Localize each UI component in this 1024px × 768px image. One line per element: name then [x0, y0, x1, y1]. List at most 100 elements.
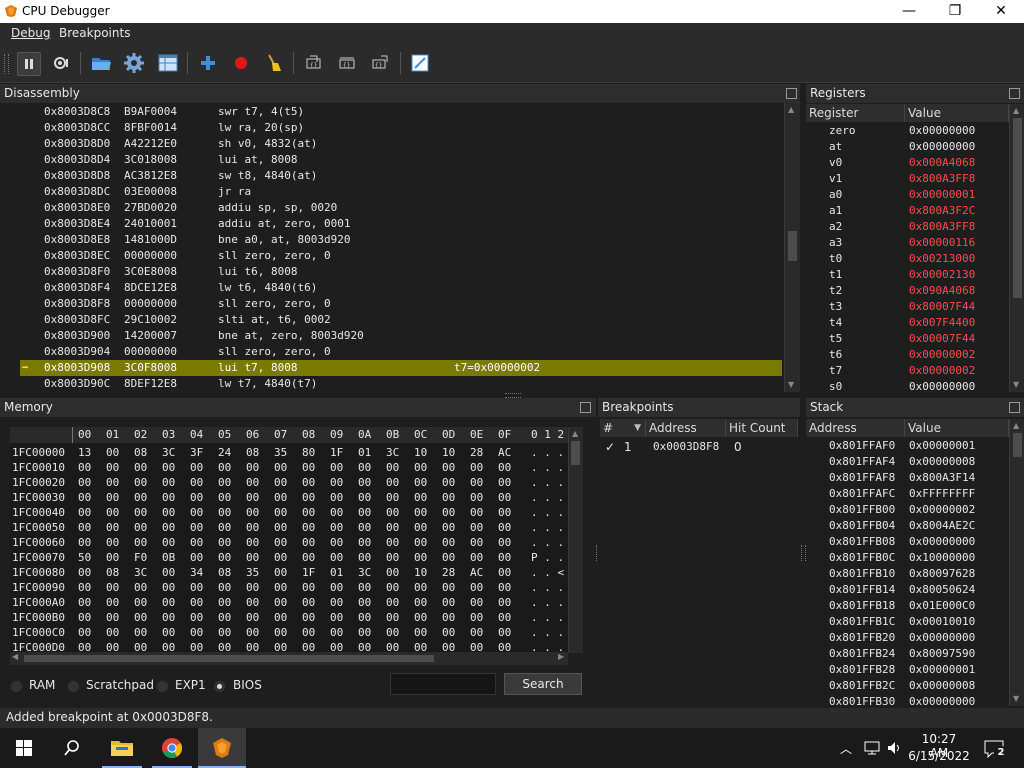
hex-byte[interactable]: 00 [386, 550, 399, 565]
hex-byte[interactable]: 00 [218, 595, 231, 610]
hex-byte[interactable]: 00 [218, 520, 231, 535]
stack-row[interactable]: 0x801FFB04 0x8004AE2C [806, 518, 1009, 534]
hex-byte[interactable]: 00 [162, 595, 175, 610]
breakpoint-row[interactable]: ✓ 1 0x0003D8F8 0 [600, 439, 798, 455]
hex-byte[interactable]: 00 [190, 520, 203, 535]
hex-byte[interactable]: 00 [470, 535, 483, 550]
hex-byte[interactable]: 00 [246, 520, 259, 535]
hex-byte[interactable]: 80 [302, 445, 315, 460]
disassembly-row[interactable]: 0x8003D8E4 24010001 addiu at, zero, 0001 [20, 216, 782, 232]
column-header-address[interactable]: Address [646, 419, 726, 437]
hex-byte[interactable]: 00 [330, 535, 343, 550]
hex-row[interactable]: 1FC00080 00 08 3C 00 34 08 35 00 1F 01 3C 00 10 28 AC 00… [12, 565, 568, 580]
step-into-button[interactable]: {} [303, 52, 325, 74]
memory-horizontal-scrollbar[interactable]: ◀ ▶ [10, 652, 568, 665]
hex-byte[interactable]: 00 [442, 535, 455, 550]
hex-byte[interactable]: 00 [274, 565, 287, 580]
hex-byte[interactable]: 00 [274, 550, 287, 565]
hex-byte[interactable]: 10 [414, 445, 427, 460]
hex-byte[interactable]: 00 [386, 460, 399, 475]
hex-byte[interactable]: 00 [330, 550, 343, 565]
disassembly-row[interactable]: 0x8003D8D8 AC3812E8 sw t8, 4840(at) [20, 168, 782, 184]
step-over-button[interactable]: {} [336, 52, 358, 74]
hex-byte[interactable]: 00 [106, 490, 119, 505]
hex-byte[interactable]: 00 [498, 565, 511, 580]
hex-row[interactable]: 1FC000B0 00 00 00 00 00 00 00 00 00 00 00 00 00 00 00 00… [12, 610, 568, 625]
hex-byte[interactable]: 00 [498, 580, 511, 595]
hex-byte[interactable]: 00 [134, 490, 147, 505]
hex-byte[interactable]: 00 [78, 610, 91, 625]
disassembly-row[interactable]: 0x8003D8EC 00000000 sll zero, zero, 0 [20, 248, 782, 264]
hex-row[interactable]: 1FC00010 00 00 00 00 00 00 00 00 00 00 00 00 00 00 00 00… [12, 460, 568, 475]
scroll-left-arrow-icon[interactable]: ◀ [12, 652, 18, 661]
step-out-button[interactable]: {} [369, 52, 391, 74]
hex-byte[interactable]: 08 [246, 445, 259, 460]
hex-byte[interactable]: 00 [470, 490, 483, 505]
hex-byte[interactable]: 00 [190, 460, 203, 475]
hex-byte[interactable]: 00 [274, 460, 287, 475]
stack-row[interactable]: 0x801FFAFC 0xFFFFFFFF [806, 486, 1009, 502]
scroll-thumb[interactable] [1013, 433, 1022, 457]
hex-byte[interactable]: 00 [162, 475, 175, 490]
hex-byte[interactable]: 00 [302, 460, 315, 475]
hex-byte[interactable]: 00 [442, 580, 455, 595]
hex-byte[interactable]: 00 [386, 535, 399, 550]
column-header-value[interactable]: Value [905, 419, 1009, 437]
hex-byte[interactable]: 00 [358, 475, 371, 490]
hex-byte[interactable]: 00 [162, 565, 175, 580]
disassembly-row[interactable]: 0x8003D8FC 29C10002 slti at, t6, 0002 [20, 312, 782, 328]
hex-byte[interactable]: 00 [162, 610, 175, 625]
hex-byte[interactable]: 3C [358, 565, 371, 580]
radio-label-bios[interactable]: BIOS [233, 678, 262, 692]
hex-byte[interactable]: 00 [302, 490, 315, 505]
hex-byte[interactable]: 00 [386, 565, 399, 580]
hex-byte[interactable]: 00 [274, 535, 287, 550]
hex-byte[interactable]: 00 [498, 535, 511, 550]
hex-byte[interactable]: 1F [330, 445, 343, 460]
hex-byte[interactable]: 00 [330, 460, 343, 475]
hex-byte[interactable]: 00 [414, 550, 427, 565]
memory-search-input[interactable] [390, 673, 496, 695]
hex-byte[interactable]: 00 [442, 460, 455, 475]
hex-byte[interactable]: 00 [246, 460, 259, 475]
hex-byte[interactable]: 00 [302, 475, 315, 490]
hex-byte[interactable]: 13 [78, 445, 91, 460]
hex-byte[interactable]: 00 [274, 505, 287, 520]
chrome-taskbar-button[interactable] [148, 728, 196, 768]
hex-byte[interactable]: 00 [498, 505, 511, 520]
hex-byte[interactable]: 00 [358, 520, 371, 535]
hex-byte[interactable]: 00 [106, 445, 119, 460]
hex-byte[interactable]: 00 [274, 520, 287, 535]
hex-byte[interactable]: 00 [358, 550, 371, 565]
hex-byte[interactable]: 00 [162, 460, 175, 475]
hex-byte[interactable]: 00 [106, 505, 119, 520]
hex-byte[interactable]: 00 [218, 460, 231, 475]
hex-byte[interactable]: 00 [190, 625, 203, 640]
radio-label-ram[interactable]: RAM [29, 678, 55, 692]
hex-byte[interactable]: 00 [218, 610, 231, 625]
hex-byte[interactable]: 00 [78, 535, 91, 550]
edit-button[interactable] [409, 52, 431, 74]
hex-byte[interactable]: 00 [442, 595, 455, 610]
hex-byte[interactable]: 00 [134, 475, 147, 490]
scroll-thumb[interactable] [24, 655, 434, 662]
hex-byte[interactable]: 00 [106, 610, 119, 625]
hex-byte[interactable]: 00 [470, 475, 483, 490]
search-button[interactable]: Search [504, 673, 582, 695]
hex-byte[interactable]: 00 [470, 520, 483, 535]
hex-byte[interactable]: 00 [358, 580, 371, 595]
hex-byte[interactable]: 00 [218, 580, 231, 595]
stack-scrollbar[interactable]: ▲ ▼ [1009, 419, 1024, 706]
memory-view-button[interactable] [157, 52, 179, 74]
scroll-down-arrow-icon[interactable]: ▼ [1013, 380, 1019, 389]
hex-byte[interactable]: 00 [78, 625, 91, 640]
hex-row[interactable]: 1FC00000 13 00 08 3C 3F 24 08 35 80 1F 01 3C 10 10 28 AC… [12, 445, 568, 460]
minimize-button[interactable]: — [886, 0, 932, 23]
disassembly-row[interactable]: 0x8003D8F0 3C0E8008 lui t6, 8008 [20, 264, 782, 280]
hex-byte[interactable]: 00 [190, 595, 203, 610]
hex-byte[interactable]: 00 [414, 475, 427, 490]
hex-byte[interactable]: 01 [358, 445, 371, 460]
hex-byte[interactable]: 0B [162, 550, 175, 565]
breakpoint-enabled-checkmark-icon[interactable]: ✓ [605, 439, 615, 455]
hex-byte[interactable]: 00 [414, 535, 427, 550]
